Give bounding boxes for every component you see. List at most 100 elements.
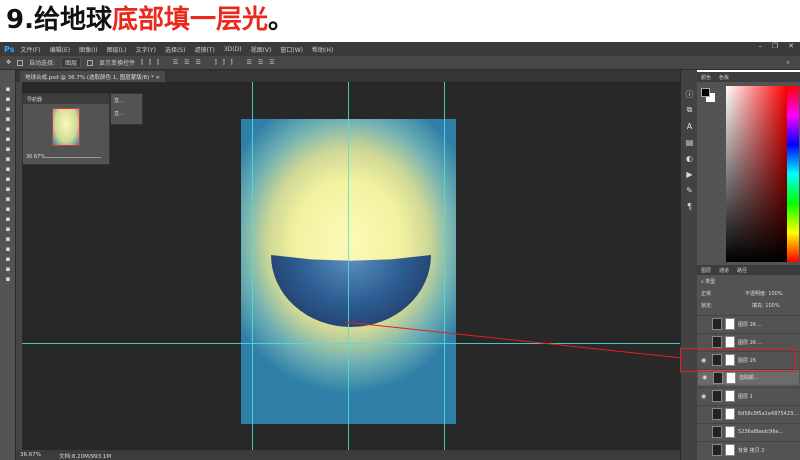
page-title: 9.给地球底部填一层光。 — [6, 2, 294, 40]
layer-mask-thumbnail[interactable] — [725, 336, 735, 348]
tab-label: 地球合成.psd @ 36.7% (选取颜色 1, 图层蒙版/8) * — [25, 75, 154, 81]
menu-item[interactable]: 帮助(H) — [312, 45, 333, 54]
tab-channels[interactable]: 通道 — [719, 267, 729, 274]
properties-icon[interactable]: ▤ — [681, 134, 698, 150]
character-icon[interactable]: A — [681, 118, 698, 134]
path-select-tool-icon[interactable]: ▪ — [0, 244, 16, 254]
dodge-tool-icon[interactable]: ▪ — [0, 214, 16, 224]
layer-thumbnail — [712, 390, 722, 402]
panel-item[interactable]: 直... — [114, 97, 139, 104]
fill-label: 填充: — [752, 303, 764, 309]
document-tab-bar: 地球合成.psd @ 36.7% (选取颜色 1, 图层蒙版/8) * × — [16, 70, 680, 82]
show-transform-checkbox[interactable] — [87, 59, 94, 66]
menu-item[interactable]: 图层(L) — [107, 45, 127, 54]
lasso-tool-icon[interactable]: ▪ — [0, 104, 16, 114]
tab-layers[interactable]: 图层 — [701, 267, 711, 274]
auto-select-checkbox[interactable] — [17, 59, 24, 66]
layer-mask-thumbnail[interactable] — [725, 426, 735, 438]
info-icon[interactable]: ⓘ — [681, 86, 698, 102]
tab-swatches[interactable]: 色板 — [719, 74, 729, 81]
layer-name: 图层 26 ... — [738, 321, 763, 328]
layer-thumbnail — [712, 426, 722, 438]
pen-tool-icon[interactable]: ▪ — [0, 224, 16, 234]
menu-item[interactable]: 图像(I) — [79, 45, 97, 54]
gradient-tool-icon[interactable]: ▪ — [0, 194, 16, 204]
layer-row[interactable]: 背景 拷贝 2 — [697, 441, 800, 458]
histogram-panel: 直... 直... — [110, 93, 143, 125]
stamp-tool-icon[interactable]: ▪ — [0, 164, 16, 174]
eyedropper-tool-icon[interactable]: ▪ — [0, 134, 16, 144]
marquee-tool-icon[interactable]: ▪ — [0, 94, 16, 104]
panel-item[interactable]: 直... — [114, 110, 139, 117]
color-picker-field[interactable] — [726, 86, 787, 262]
document-tab[interactable]: 地球合成.psd @ 36.7% (选取颜色 1, 图层蒙版/8) * × — [20, 71, 166, 82]
status-doc-size: 文档:8.20M/993.1M — [58, 454, 112, 460]
move-tool-icon[interactable]: ▪ — [0, 84, 16, 94]
eraser-tool-icon[interactable]: ▪ — [0, 184, 16, 194]
layer-row[interactable]: 5236a8bedc96e... — [697, 423, 800, 440]
layer-mask-thumbnail[interactable] — [725, 408, 735, 420]
navigator-thumbnail[interactable] — [52, 108, 80, 146]
status-zoom[interactable]: 36.67% — [20, 452, 41, 458]
menu-item[interactable]: 视图(V) — [251, 45, 272, 54]
visibility-eye-icon[interactable]: ◉ — [701, 393, 709, 400]
guide-line[interactable] — [22, 343, 680, 344]
shape-tool-icon[interactable]: ▪ — [0, 254, 16, 264]
hand-tool-icon[interactable]: ▪ — [0, 264, 16, 274]
opacity-value[interactable]: 100% — [768, 291, 782, 297]
tab-paths[interactable]: 路径 — [737, 267, 747, 274]
layer-mask-thumbnail[interactable] — [726, 371, 736, 384]
guide-line[interactable] — [348, 82, 349, 450]
history-icon[interactable]: ⧉ — [681, 102, 698, 118]
blend-mode-dropdown[interactable]: 正常 — [701, 290, 711, 297]
layer-name: 6d58c0f5a1e4875423... — [738, 411, 798, 417]
restore-icon[interactable]: ❐ — [772, 42, 778, 50]
highlight-box — [680, 348, 796, 372]
guide-line[interactable] — [444, 82, 445, 450]
layer-row[interactable]: 图层 26 ... — [697, 315, 800, 332]
canvas-area[interactable] — [22, 82, 680, 450]
layer-mask-thumbnail[interactable] — [725, 390, 735, 402]
move-tool-icon[interactable]: ✥ — [6, 59, 11, 66]
menu-item[interactable]: 文件(F) — [20, 45, 40, 54]
tools-panel: ▪ ▪ ▪ ▪ ▪ ▪ ▪ ▪ ▪ ▪ ▪ ▪ ▪ ▪ ▪ ▪ ▪ ▪ ▪ ▪ — [0, 70, 16, 460]
layer-row[interactable]: 6d58c0f5a1e4875423... — [697, 405, 800, 422]
ps-logo: Ps — [4, 44, 15, 54]
menu-item[interactable]: 选择(S) — [165, 45, 186, 54]
type-tool-icon[interactable]: ▪ — [0, 234, 16, 244]
hue-slider[interactable] — [787, 86, 799, 262]
navigator-zoom-slider[interactable] — [45, 157, 101, 158]
layer-filter-dropdown[interactable]: ⌕ 类型 — [701, 278, 715, 285]
visibility-eye-icon[interactable]: ◉ — [702, 374, 710, 381]
menu-item[interactable]: 窗口(W) — [280, 45, 303, 54]
actions-icon[interactable]: ▶ — [681, 166, 698, 182]
half-earth-image — [271, 255, 431, 327]
adjustments-icon[interactable]: ◐ — [681, 150, 698, 166]
navigator-zoom-value[interactable]: 36.67% — [26, 154, 45, 160]
guide-line[interactable] — [252, 82, 253, 450]
layer-mask-thumbnail[interactable] — [725, 444, 735, 456]
paragraph-icon[interactable]: ¶ — [681, 198, 698, 214]
auto-select-target-dropdown[interactable]: 图层 — [61, 57, 82, 68]
search-icon[interactable]: ⌕ — [787, 59, 790, 67]
tab-color[interactable]: 颜色 — [701, 74, 711, 81]
layer-row[interactable]: ◉ 图层 1 — [697, 387, 800, 404]
healing-tool-icon[interactable]: ▪ — [0, 144, 16, 154]
blur-tool-icon[interactable]: ▪ — [0, 204, 16, 214]
menu-item[interactable]: 3D(D) — [224, 46, 242, 53]
zoom-tool-icon[interactable]: ▪ — [0, 274, 16, 284]
close-icon[interactable]: ✕ — [788, 42, 794, 50]
tab-close-icon[interactable]: × — [155, 75, 160, 81]
menu-item[interactable]: 文字(Y) — [136, 45, 156, 54]
menu-item[interactable]: 编辑(E) — [50, 45, 70, 54]
history-brush-tool-icon[interactable]: ▪ — [0, 174, 16, 184]
layer-mask-thumbnail[interactable] — [725, 318, 735, 330]
brush-tool-icon[interactable]: ▪ — [0, 154, 16, 164]
quick-select-tool-icon[interactable]: ▪ — [0, 114, 16, 124]
crop-tool-icon[interactable]: ▪ — [0, 124, 16, 134]
brush-icon[interactable]: ✎ — [681, 182, 698, 198]
menu-item[interactable]: 滤镜(T) — [194, 45, 214, 54]
minimize-icon[interactable]: – — [758, 42, 762, 50]
fill-value[interactable]: 100% — [765, 303, 779, 309]
align-icons[interactable]: ⫿⫿⫿ ☰☰☰ ⫿⫿⫿ ☰☰☰ — [141, 59, 281, 67]
